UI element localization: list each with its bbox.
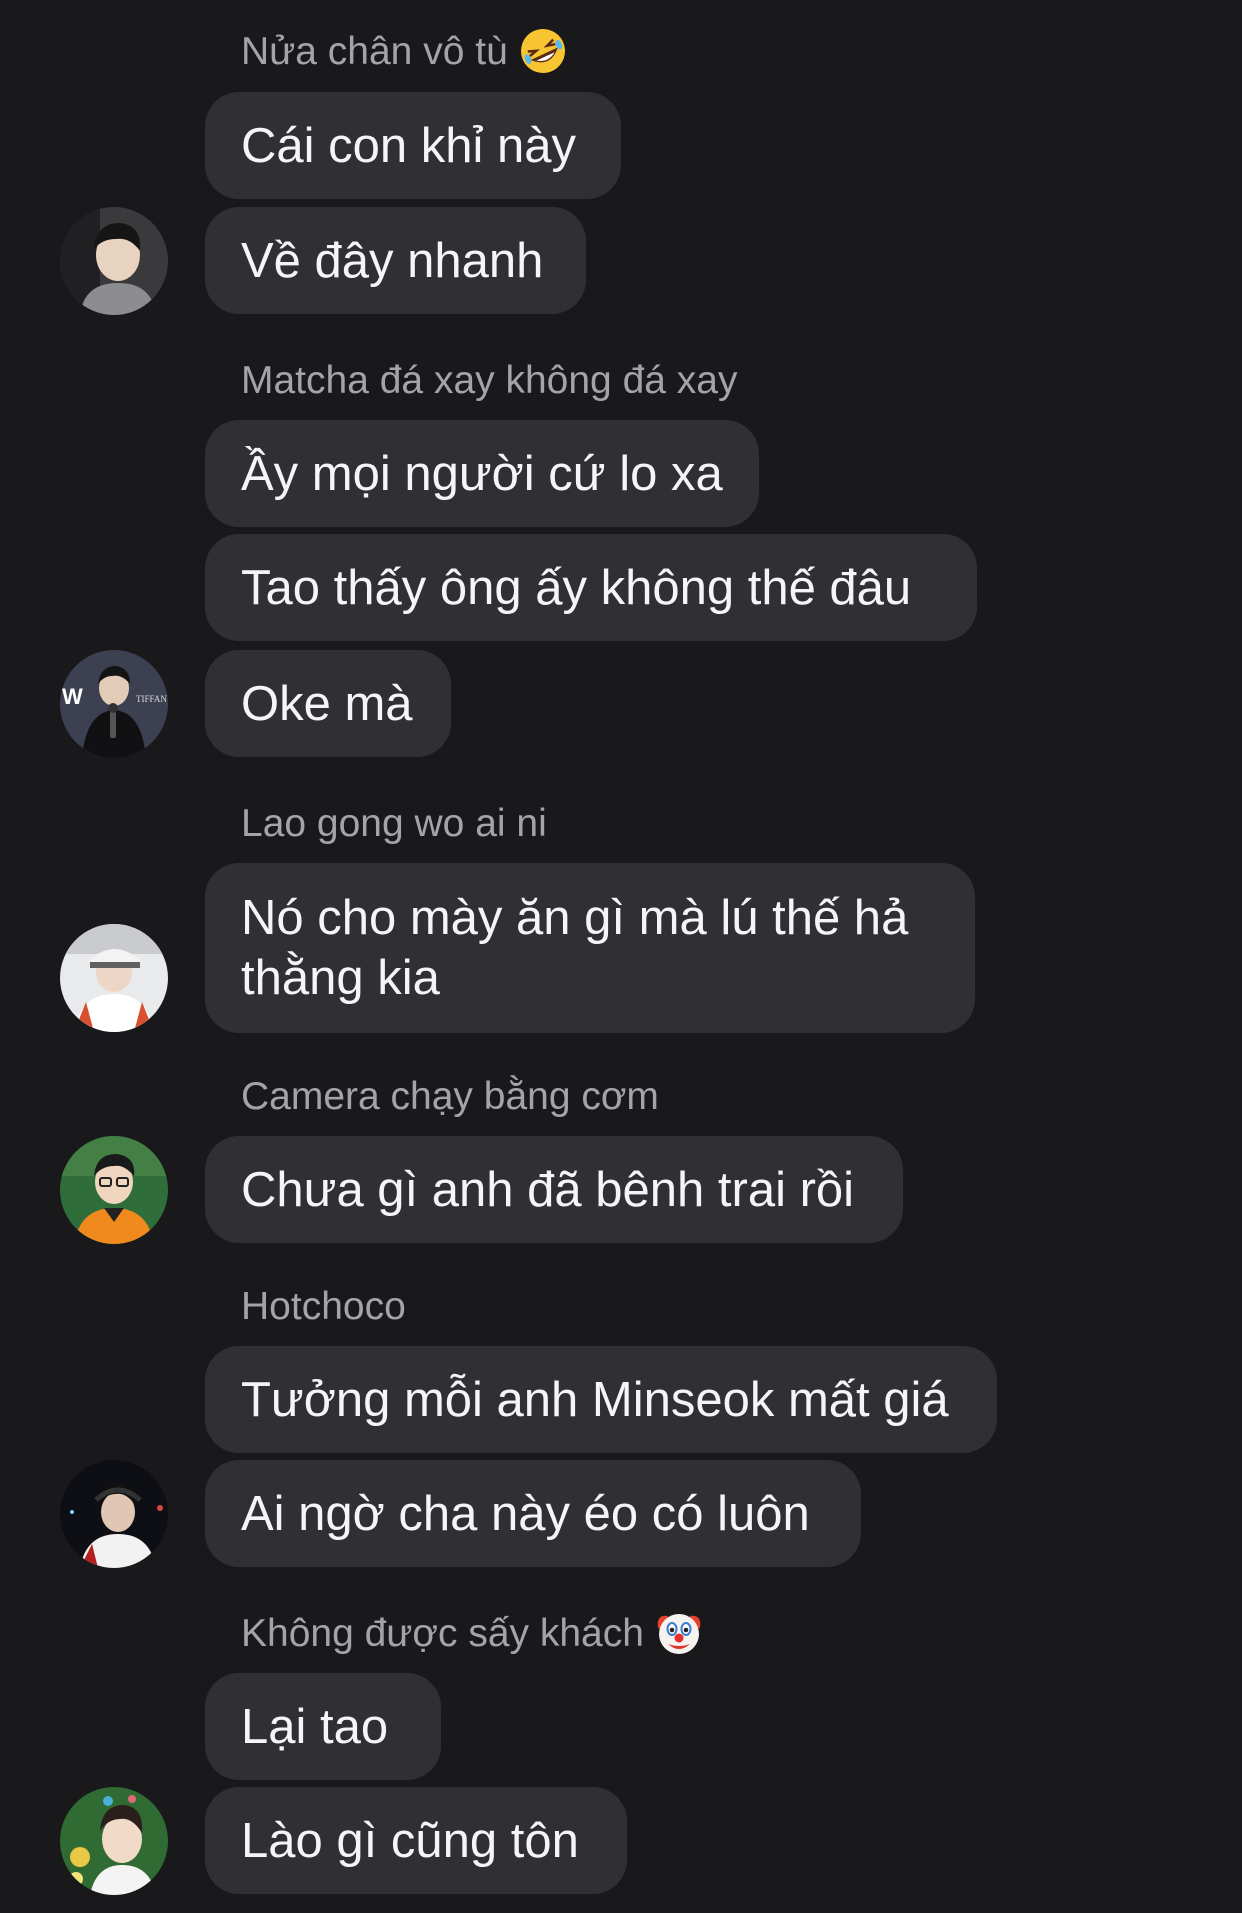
message-text: Ầy mọi người cứ lo xa	[241, 446, 723, 501]
message-bubble[interactable]: Cái con khỉ này	[205, 92, 621, 199]
avatar[interactable]	[60, 1787, 168, 1895]
message-bubble[interactable]: Chưa gì anh đã bênh trai rồi	[205, 1136, 903, 1243]
message-text: Lào gì cũng tôn	[241, 1813, 579, 1868]
clown-emoji	[657, 1613, 701, 1654]
avatar-user-2: W TIFFANY	[60, 650, 168, 758]
rofl-emoji	[520, 28, 565, 73]
svg-text:W: W	[62, 684, 83, 709]
message-bubble[interactable]: Lại tao	[205, 1673, 441, 1780]
message-text: Ai ngờ cha này éo có luôn	[241, 1486, 810, 1541]
avatar-user-4	[60, 1136, 168, 1244]
avatar[interactable]	[60, 1460, 168, 1568]
message-bubble[interactable]: Tưởng mỗi anh Minseok mất giá	[205, 1346, 997, 1453]
message-bubble[interactable]: Về đây nhanh	[205, 207, 586, 314]
message-text: Chưa gì anh đã bênh trai rồi	[241, 1162, 855, 1217]
svg-text:TIFFANY: TIFFANY	[136, 694, 168, 704]
message-text: Tưởng mỗi anh Minseok mất giá	[241, 1372, 949, 1427]
chat-thread: Nửa chân vô tù Cái con khỉ này Về đây nh…	[0, 0, 1242, 1913]
message-text: Lại tao	[241, 1699, 389, 1754]
sender-name[interactable]: Nửa chân vô tù	[241, 28, 568, 76]
avatar-user-3	[60, 924, 168, 1032]
sender-name[interactable]: Camera chạy bằng cơm	[241, 1073, 659, 1121]
message-bubble[interactable]: Ầy mọi người cứ lo xa	[205, 420, 759, 527]
sender-name-text: Không được sấy khách	[241, 1612, 644, 1655]
message-text: Tao thấy ông ấy không thế đâu	[241, 560, 912, 615]
avatar-user-6	[60, 1787, 168, 1895]
avatar[interactable]: W TIFFANY	[60, 650, 168, 758]
sender-name-text: Lao gong wo ai ni	[241, 802, 547, 845]
message-bubble[interactable]: Tao thấy ông ấy không thế đâu	[205, 534, 977, 641]
sender-name[interactable]: Không được sấy khách	[241, 1610, 704, 1658]
sender-name[interactable]: Matcha đá xay không đá xay	[241, 357, 737, 405]
message-bubble[interactable]: Lào gì cũng tôn	[205, 1787, 627, 1894]
avatar-user-5	[60, 1460, 168, 1568]
sender-name[interactable]: Lao gong wo ai ni	[241, 800, 547, 848]
sender-name-text: Matcha đá xay không đá xay	[241, 359, 738, 402]
message-text: Oke mà	[241, 676, 413, 731]
avatar[interactable]	[60, 924, 168, 1032]
message-bubble[interactable]: Oke mà	[205, 650, 451, 757]
sender-name-text: Nửa chân vô tù	[241, 30, 508, 73]
avatar[interactable]	[60, 1136, 168, 1244]
message-text: Cái con khỉ này	[241, 118, 577, 173]
message-bubble[interactable]: Nó cho mày ăn gì mà lú thế hả thằng kia	[205, 863, 975, 1033]
sender-name-text: Camera chạy bằng cơm	[241, 1075, 659, 1118]
message-text: Về đây nhanh	[241, 233, 544, 288]
message-text: Nó cho mày ăn gì mà lú thế hả thằng kia	[241, 891, 909, 1005]
sender-name-text: Hotchoco	[241, 1285, 406, 1328]
message-bubble[interactable]: Ai ngờ cha này éo có luôn	[205, 1460, 861, 1567]
sender-name[interactable]: Hotchoco	[241, 1283, 406, 1331]
avatar[interactable]	[60, 207, 168, 315]
avatar-user-1	[60, 207, 168, 315]
